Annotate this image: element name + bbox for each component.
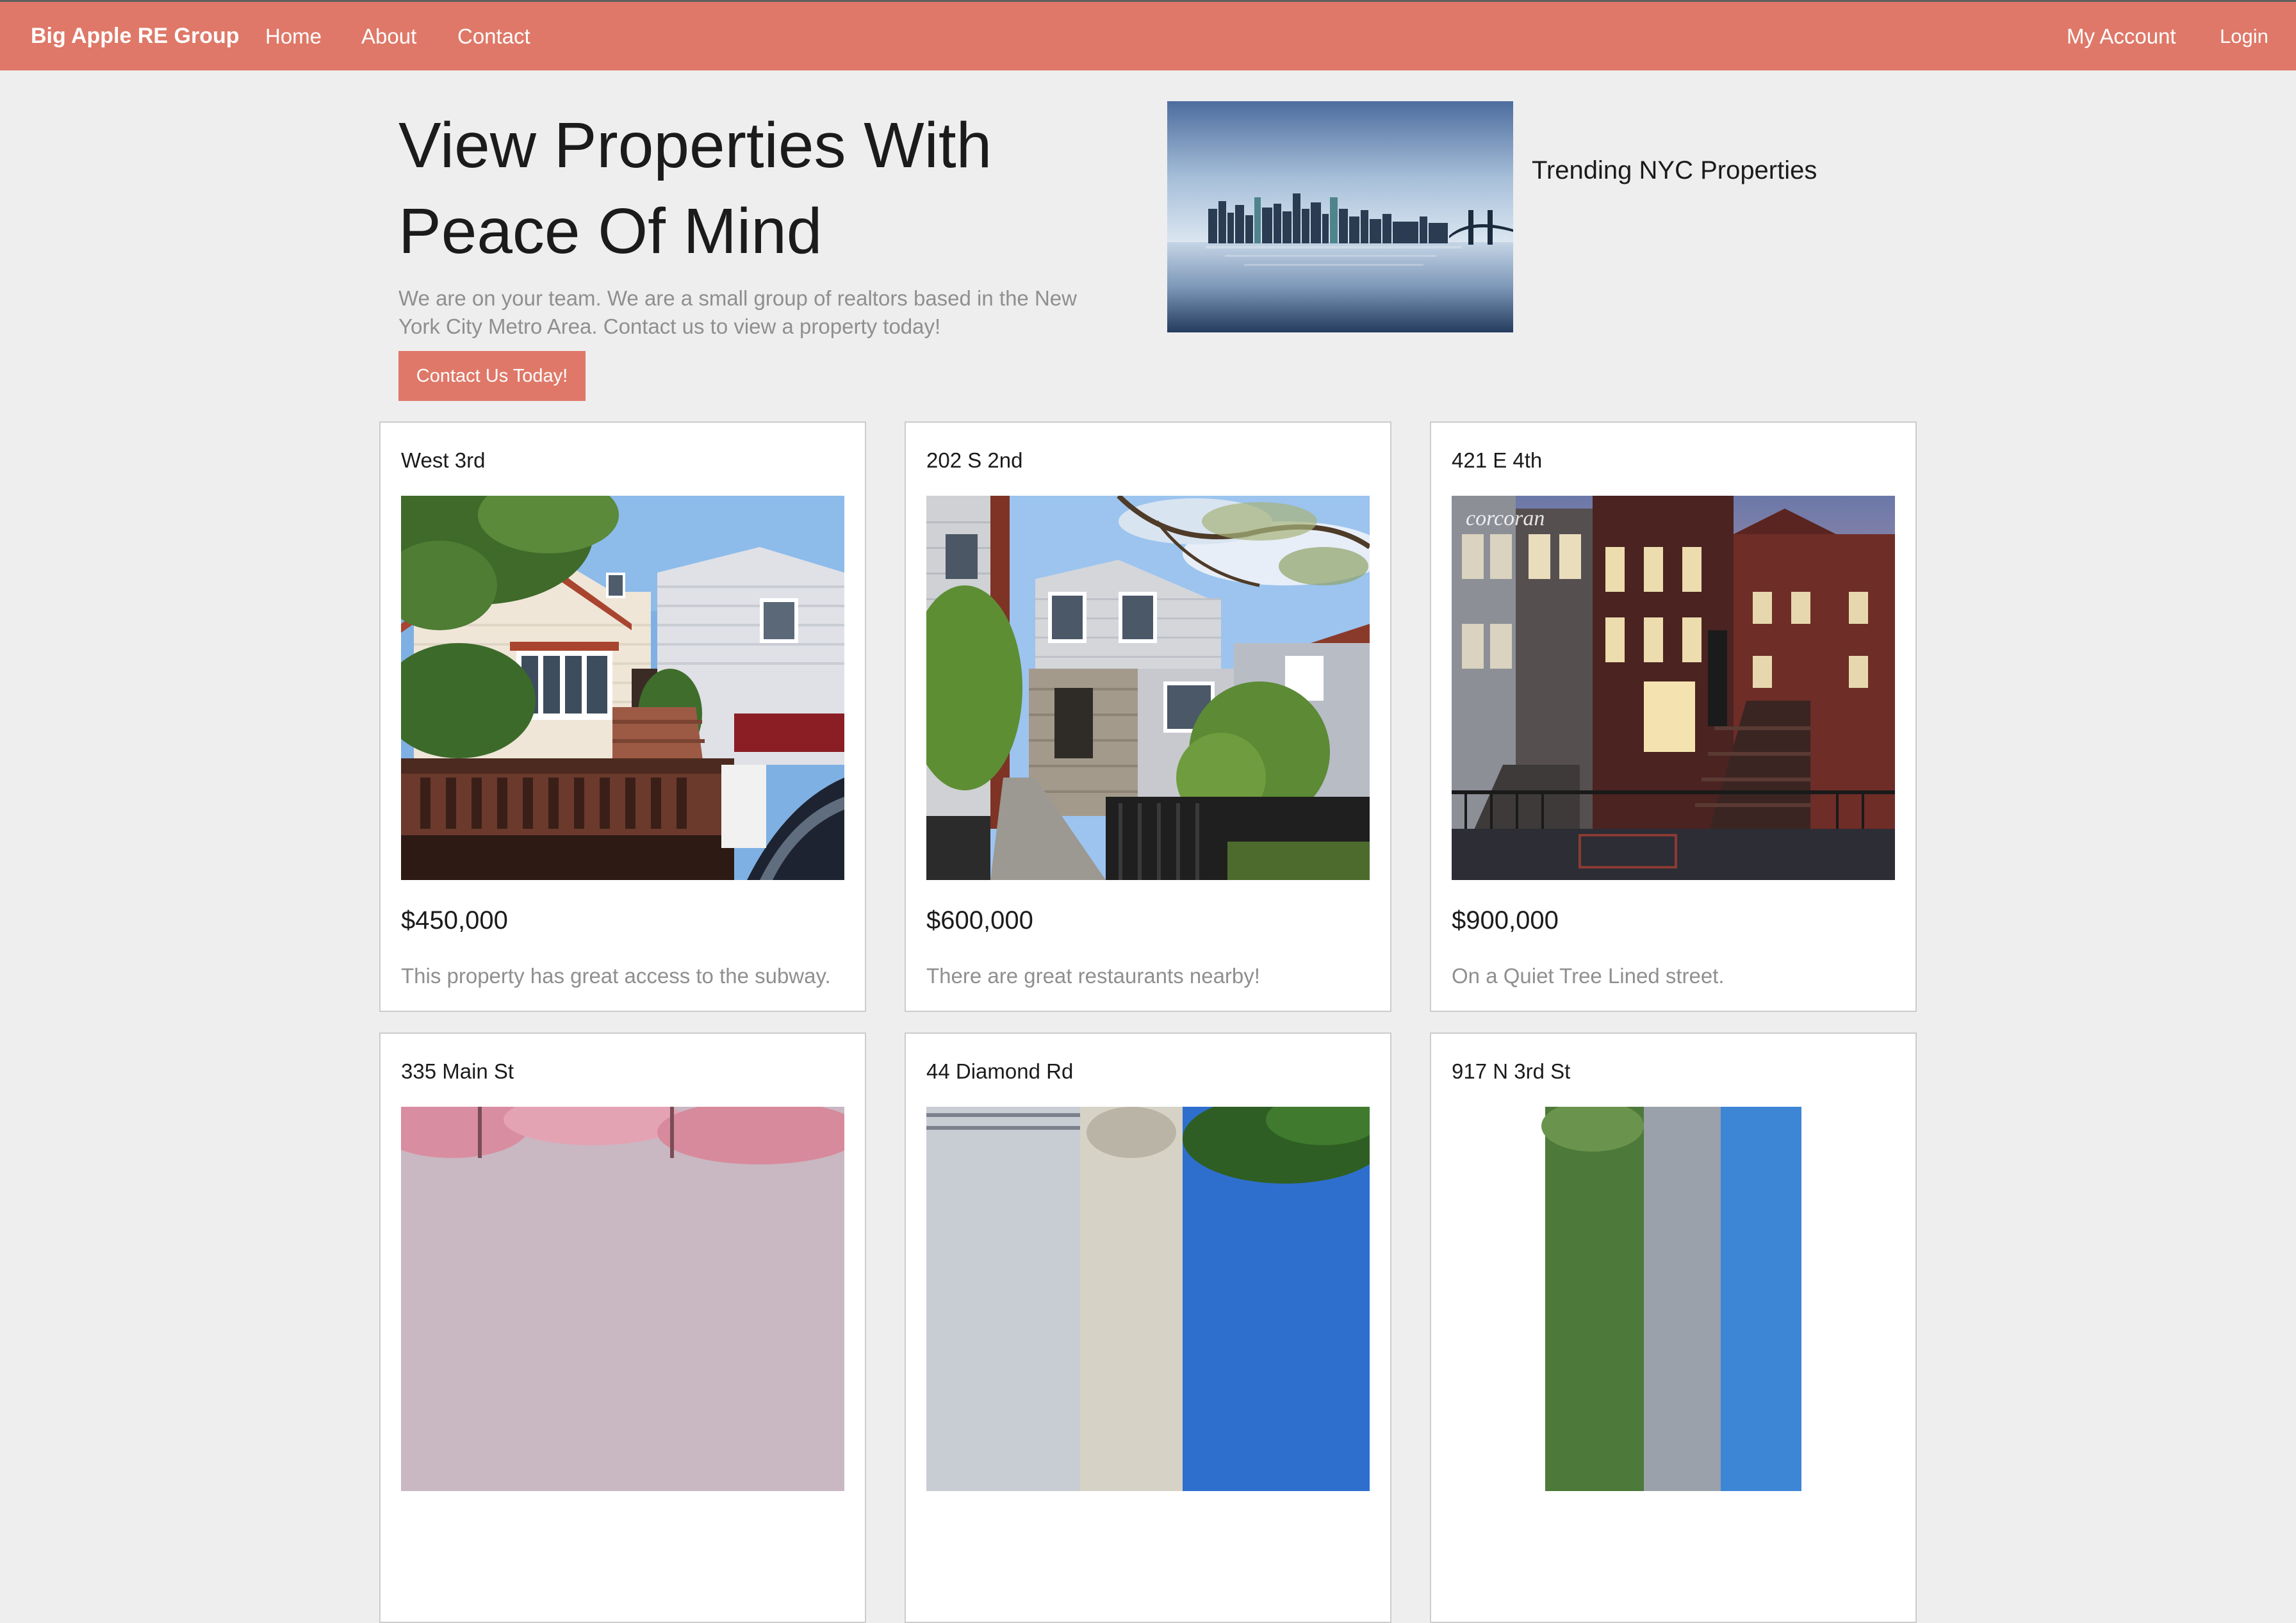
property-photo: corcoran: [1452, 496, 1895, 880]
property-price: $600,000: [926, 906, 1033, 934]
property-description: There are great restaurants nearby!: [926, 964, 1260, 988]
property-photo: [926, 1107, 1370, 1491]
property-title: 917 N 3rd St: [1452, 1059, 1571, 1083]
property-price: $450,000: [401, 906, 508, 934]
property-title: 421 E 4th: [1452, 448, 1543, 472]
property-photo: [401, 496, 844, 880]
property-title: West 3rd: [401, 448, 486, 472]
nav-home-link[interactable]: Home: [265, 2, 322, 70]
property-title: 44 Diamond Rd: [926, 1059, 1074, 1083]
property-photo: [401, 1107, 844, 1491]
property-card[interactable]: 421 E 4th corcoran $900,000 On a Quiet T…: [1430, 421, 1917, 1012]
my-account-link[interactable]: My Account: [2067, 2, 2176, 70]
login-link[interactable]: Login: [2220, 2, 2268, 70]
top-navbar: Big Apple RE Group Home About Contact My…: [0, 0, 2296, 70]
hero-title: View Properties With Peace Of Mind: [398, 110, 992, 267]
brand-logo-link[interactable]: Big Apple RE Group: [31, 2, 240, 70]
contact-us-button[interactable]: Contact Us Today!: [398, 351, 586, 401]
watermark-corcoran: corcoran: [1466, 507, 1545, 530]
property-title: 202 S 2nd: [926, 448, 1023, 472]
property-card[interactable]: 202 S 2nd $600,000 There are great resta…: [905, 421, 1391, 1012]
property-description: On a Quiet Tree Lined street.: [1452, 964, 1725, 988]
property-card[interactable]: West 3rd $450,000 This property has grea…: [379, 421, 866, 1012]
trending-properties-heading: Trending NYC Properties: [1532, 156, 1817, 184]
hero-description: We are on your team. We are a small grou…: [398, 286, 1077, 338]
property-photo: [1452, 1107, 1895, 1491]
property-card[interactable]: 917 N 3rd St: [1430, 1032, 1917, 1623]
property-price: $900,000: [1452, 906, 1559, 934]
nav-contact-link[interactable]: Contact: [457, 2, 530, 70]
nyc-skyline-image: [1167, 101, 1513, 332]
property-description: This property has great access to the su…: [401, 964, 831, 988]
nav-about-link[interactable]: About: [361, 2, 416, 70]
property-photo: [926, 496, 1370, 880]
property-card[interactable]: 44 Diamond Rd: [905, 1032, 1391, 1623]
property-card[interactable]: 335 Main St: [379, 1032, 866, 1623]
property-title: 335 Main St: [401, 1059, 514, 1083]
